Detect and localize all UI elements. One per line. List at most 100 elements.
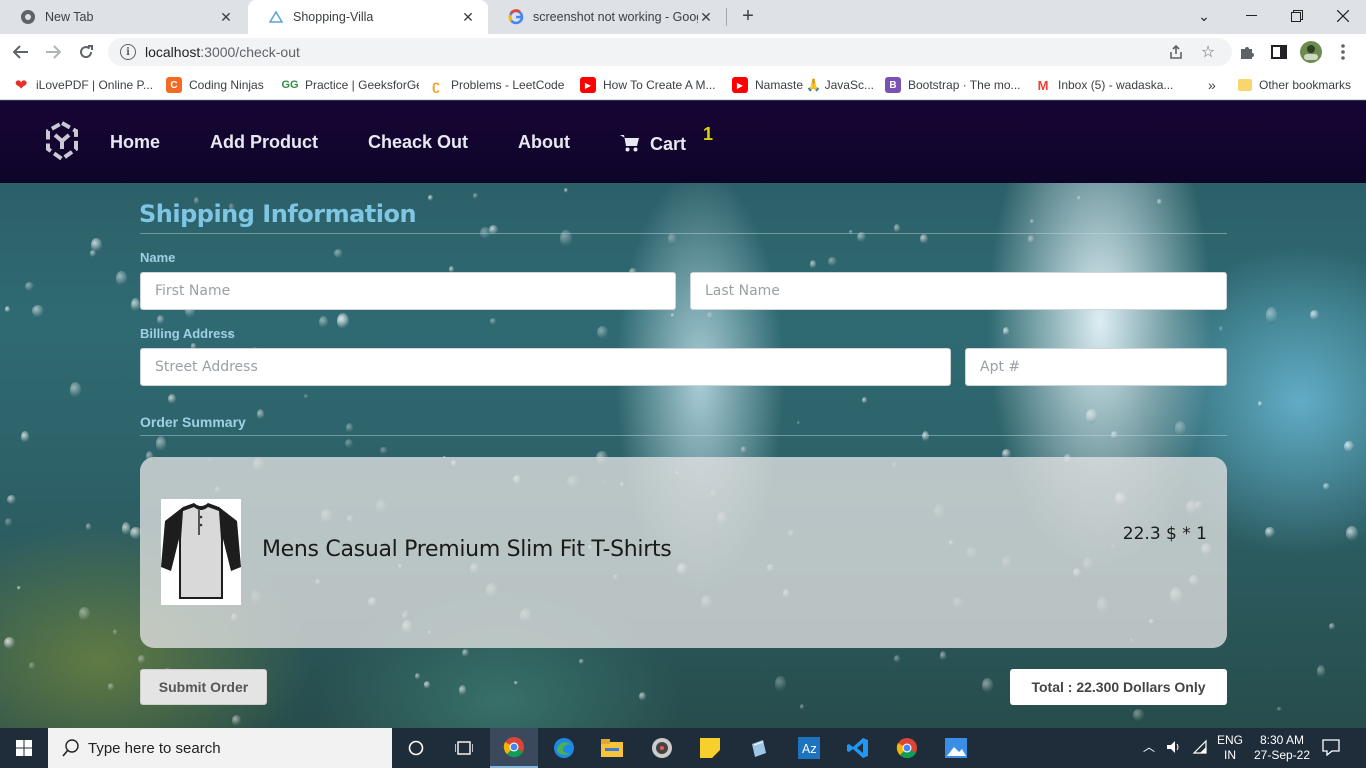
submit-order-button[interactable]: Submit Order: [140, 669, 267, 705]
vercel-icon: [268, 9, 284, 25]
rain-drop: [78, 607, 91, 622]
taskbar-file-explorer-icon[interactable]: [588, 728, 636, 768]
minimize-button[interactable]: [1228, 0, 1274, 32]
rain-drop: [1218, 325, 1224, 332]
cortana-icon[interactable]: [392, 728, 440, 768]
bookmark-youtube-2[interactable]: ▶ Namaste 🙏 JavaSc...: [732, 76, 874, 94]
rain-drop: [337, 312, 350, 330]
bookmark-coding-ninjas[interactable]: C Coding Ninjas: [166, 76, 264, 94]
close-tab-icon[interactable]: ✕: [460, 9, 476, 26]
clock[interactable]: 8:30 AM 27-Sep-22: [1250, 733, 1314, 763]
site-logo-icon[interactable]: [42, 121, 82, 161]
rain-drop: [1028, 234, 1034, 244]
rain-drop: [1076, 196, 1081, 201]
rain-drop: [1344, 441, 1354, 453]
rain-drop: [1265, 306, 1278, 324]
rain-drop: [462, 648, 469, 657]
taskbar-search-box[interactable]: Type here to search: [48, 728, 392, 768]
rain-drop: [1346, 525, 1358, 541]
volume-icon[interactable]: [1166, 739, 1182, 759]
nav-add-product[interactable]: Add Product: [210, 132, 318, 153]
bookmark-gmail[interactable]: M Inbox (5) - wadaska...: [1035, 76, 1174, 94]
cart-icon[interactable]: [620, 134, 640, 152]
product-thumbnail: [161, 499, 241, 605]
product-price-quantity: 22.3 $ * 1: [1122, 524, 1207, 544]
bookmark-youtube-1[interactable]: ▶ How To Create A M...: [580, 76, 716, 94]
rain-drop: [894, 654, 901, 663]
rain-drop: [638, 692, 647, 702]
side-panel-icon[interactable]: [1268, 41, 1290, 63]
bookmark-star-icon[interactable]: ☆: [1197, 41, 1219, 63]
language-indicator[interactable]: ENG IN: [1214, 733, 1246, 763]
shipping-info-heading: Shipping Information: [139, 200, 417, 228]
taskbar-notepad-icon[interactable]: [735, 728, 783, 768]
taskbar-sticky-notes-icon[interactable]: [686, 728, 734, 768]
taskbar-azure-icon[interactable]: Az: [785, 728, 833, 768]
rain-drop: [563, 187, 568, 193]
rain-drop: [121, 522, 131, 537]
share-icon[interactable]: [1165, 41, 1187, 63]
back-arrow-icon[interactable]: [10, 41, 32, 63]
bookmark-leetcode[interactable]: ʗ Problems - LeetCode: [428, 76, 564, 94]
rain-drop: [578, 658, 584, 665]
order-summary-label: Order Summary: [140, 414, 246, 430]
taskbar-media-icon[interactable]: [638, 728, 686, 768]
other-bookmarks[interactable]: Other bookmarks: [1238, 76, 1351, 94]
summary-divider: [140, 435, 1227, 436]
close-tab-icon[interactable]: ✕: [698, 9, 714, 26]
nav-home[interactable]: Home: [110, 132, 160, 153]
address-bar[interactable]: i localhost:3000/check-out: [108, 38, 1232, 66]
new-tab-button[interactable]: +: [737, 6, 759, 28]
tab-new-tab[interactable]: New Tab ✕: [0, 0, 246, 34]
rain-drop: [920, 234, 928, 245]
forward-arrow-icon[interactable]: [42, 41, 64, 63]
bookmark-geeksforgeeks[interactable]: GG Practice | GeeksforGeeks: [281, 76, 419, 94]
rain-drop: [231, 715, 241, 726]
rain-drop: [670, 312, 674, 318]
tab-google-search[interactable]: screenshot not working - Google ✕: [488, 0, 726, 34]
taskbar-vscode-icon[interactable]: [834, 728, 882, 768]
chrome-icon: [20, 9, 36, 25]
taskbar-chrome-icon[interactable]: [490, 728, 538, 768]
billing-address-label: Billing Address: [140, 326, 235, 341]
first-name-input[interactable]: [140, 272, 676, 310]
windows-start-button[interactable]: [0, 728, 48, 768]
tab-shopping-villa[interactable]: Shopping-Villa ✕: [248, 0, 488, 34]
rain-drop: [108, 683, 115, 691]
profile-avatar[interactable]: [1300, 41, 1322, 63]
rain-drop: [473, 192, 478, 200]
bookmark-bootstrap[interactable]: B Bootstrap · The mo...: [885, 76, 1021, 94]
rain-drop: [380, 446, 388, 455]
rain-drop: [828, 257, 837, 266]
taskbar-photos-icon[interactable]: [932, 728, 980, 768]
chrome-menu-icon[interactable]: [1332, 41, 1354, 63]
nav-cart[interactable]: Cart: [650, 134, 686, 155]
youtube-icon: ▶: [732, 77, 748, 93]
task-view-icon[interactable]: [440, 728, 488, 768]
rain-drop: [344, 439, 354, 449]
taskbar-chrome-2-icon[interactable]: [883, 728, 931, 768]
show-hidden-icons-chevron[interactable]: ︿: [1143, 740, 1155, 755]
site-info-icon[interactable]: i: [120, 44, 136, 60]
street-address-input[interactable]: [140, 348, 951, 386]
network-icon[interactable]: [1192, 739, 1208, 759]
extensions-puzzle-icon[interactable]: [1236, 41, 1258, 63]
last-name-input[interactable]: [690, 272, 1227, 310]
rain-drop: [1029, 219, 1034, 224]
site-navbar: Home Add Product Cheack Out About Cart 1: [0, 101, 1366, 183]
notifications-icon[interactable]: [1322, 739, 1340, 760]
apt-input[interactable]: [965, 348, 1227, 386]
nav-about[interactable]: About: [518, 132, 570, 153]
restore-button[interactable]: [1274, 0, 1320, 32]
rain-drop: [70, 382, 82, 398]
bookmark-label: Namaste 🙏 JavaSc...: [755, 78, 874, 92]
tab-search-icon[interactable]: ⌄: [1181, 0, 1227, 32]
nav-check-out[interactable]: Cheack Out: [368, 132, 468, 153]
bookmarks-overflow-button[interactable]: »: [1208, 76, 1216, 94]
bookmark-ilovepdf[interactable]: ❤ iLovePDF | Online P...: [13, 76, 153, 94]
close-tab-icon[interactable]: ✕: [218, 9, 234, 26]
reload-icon[interactable]: [75, 41, 97, 63]
taskbar-edge-icon[interactable]: [540, 728, 588, 768]
cart-count-badge: 1: [703, 124, 714, 144]
close-window-button[interactable]: [1320, 0, 1366, 32]
